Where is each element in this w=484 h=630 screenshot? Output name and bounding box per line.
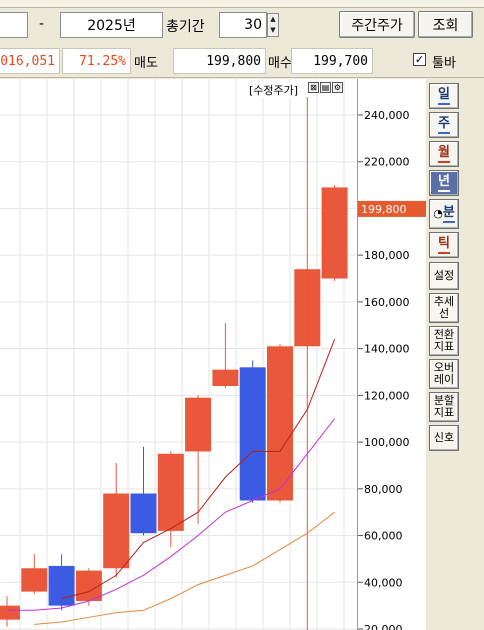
date-separator: - — [39, 16, 45, 32]
chart-area[interactable] — [0, 79, 358, 630]
candle-body — [321, 187, 348, 279]
quote-bar: 016,051 71.25% 매도 199,800 매수 199,700 툴바 — [0, 44, 484, 78]
conversion-indicator-button[interactable]: 전환지표 — [429, 326, 459, 356]
signal-button[interactable]: 신호 — [429, 425, 459, 451]
candle-body — [48, 565, 75, 606]
conversion-indicator-label: 전환지표 — [433, 328, 455, 353]
overlay-label: 오버레이 — [433, 361, 455, 386]
stock-chart-window: - 2025년 총기간 30 ▲ ▼ 주간주가 조회 016,051 71.25… — [0, 0, 484, 630]
candle-body — [130, 493, 157, 534]
weekly-label: 주 — [438, 116, 450, 134]
adjusted-price-label: [수정주가] — [249, 82, 299, 98]
period-label: 총기간 — [166, 19, 205, 35]
minute-button[interactable]: ◔ 분 — [429, 199, 459, 229]
candle-body — [103, 493, 130, 569]
zoom-icon[interactable]: ⊠ — [308, 82, 319, 93]
ask-label: 매도 — [134, 56, 158, 71]
y-tick-label: 180,000 — [364, 249, 410, 262]
candle-body — [157, 453, 184, 531]
trendline-label: 추세선 — [433, 295, 455, 320]
y-axis: 240,000220,000200,000180,000160,000140,0… — [358, 79, 426, 630]
volume-cell: 016,051 — [0, 48, 60, 74]
tick-label: 틱 — [438, 236, 450, 254]
yearly-label: 년 — [438, 174, 450, 192]
chart-header-icons: ⊠ ▤ ⚙ — [308, 82, 343, 93]
query-button[interactable]: 조회 — [418, 11, 473, 38]
minute-label: 분 — [442, 205, 455, 223]
y-tick-label: 100,000 — [364, 436, 410, 449]
y-axis-svg: 240,000220,000200,000180,000160,000140,0… — [358, 109, 426, 630]
monthly-button[interactable]: 월 — [429, 141, 459, 167]
candle-body — [0, 605, 20, 620]
current-price-label: 199,800 — [361, 203, 407, 216]
menu-strip — [0, 0, 484, 8]
candle-body — [21, 568, 48, 592]
clock-icon: ◔ — [433, 207, 443, 220]
y-tick-label: 60,000 — [364, 530, 403, 543]
settings-icon[interactable]: ⚙ — [332, 82, 343, 93]
table-icon[interactable]: ▤ — [320, 82, 331, 93]
y-tick-label: 240,000 — [364, 109, 410, 122]
period-spinner[interactable]: ▲ ▼ — [267, 13, 279, 37]
y-tick-label: 160,000 — [364, 296, 410, 309]
daily-label: 일 — [438, 87, 450, 105]
toolbar-toggle-label: 툴바 — [432, 56, 456, 71]
trendline-button[interactable]: 추세선 — [429, 293, 459, 323]
y-tick-label: 80,000 — [364, 483, 403, 496]
signal-label: 신호 — [433, 431, 455, 444]
toolbar-row: - 2025년 총기간 30 ▲ ▼ 주간주가 조회 — [0, 8, 484, 44]
weekly-button[interactable]: 주 — [429, 112, 459, 138]
spin-up-icon[interactable]: ▲ — [268, 14, 278, 25]
y-tick-label: 20,000 — [364, 623, 403, 630]
y-tick-label: 40,000 — [364, 576, 403, 589]
split-indicator-button[interactable]: 분할지표 — [429, 392, 459, 422]
bid-value-cell: 199,700 — [291, 48, 373, 74]
overlay-button[interactable]: 오버레이 — [429, 359, 459, 389]
y-tick-label: 120,000 — [364, 389, 410, 402]
toolbar-checkbox[interactable]: ✓ — [413, 53, 426, 66]
y-tick-label: 140,000 — [364, 343, 410, 356]
settings-label: 설정 — [433, 269, 455, 282]
settings-button[interactable]: 설정 — [429, 262, 459, 290]
ask-value-cell: 199,800 — [173, 48, 266, 74]
split-indicator-label: 분할지표 — [433, 394, 455, 419]
tick-button[interactable]: 틱 — [429, 232, 459, 258]
weekly-price-button[interactable]: 주간주가 — [339, 11, 415, 38]
yearly-button[interactable]: 년 — [429, 170, 459, 196]
candle-body — [239, 367, 266, 501]
daily-button[interactable]: 일 — [429, 83, 459, 109]
date-to-input[interactable]: 2025년 — [60, 12, 163, 38]
ratio-cell: 71.25% — [62, 48, 131, 74]
y-tick-label: 220,000 — [364, 156, 410, 169]
monthly-label: 월 — [438, 145, 450, 163]
candle-body — [212, 369, 239, 387]
spin-down-icon[interactable]: ▼ — [268, 25, 278, 36]
period-input[interactable]: 30 — [219, 12, 267, 38]
date-from-input[interactable] — [0, 12, 28, 38]
candle-body — [185, 397, 212, 452]
right-sidebar: 일 주 월 년 ◔ 분 틱 설정 추세선 전환지표 오버레이 분할지표 신호 — [426, 79, 484, 630]
candlestick-chart — [0, 79, 357, 630]
bid-label: 매수 — [268, 56, 292, 71]
